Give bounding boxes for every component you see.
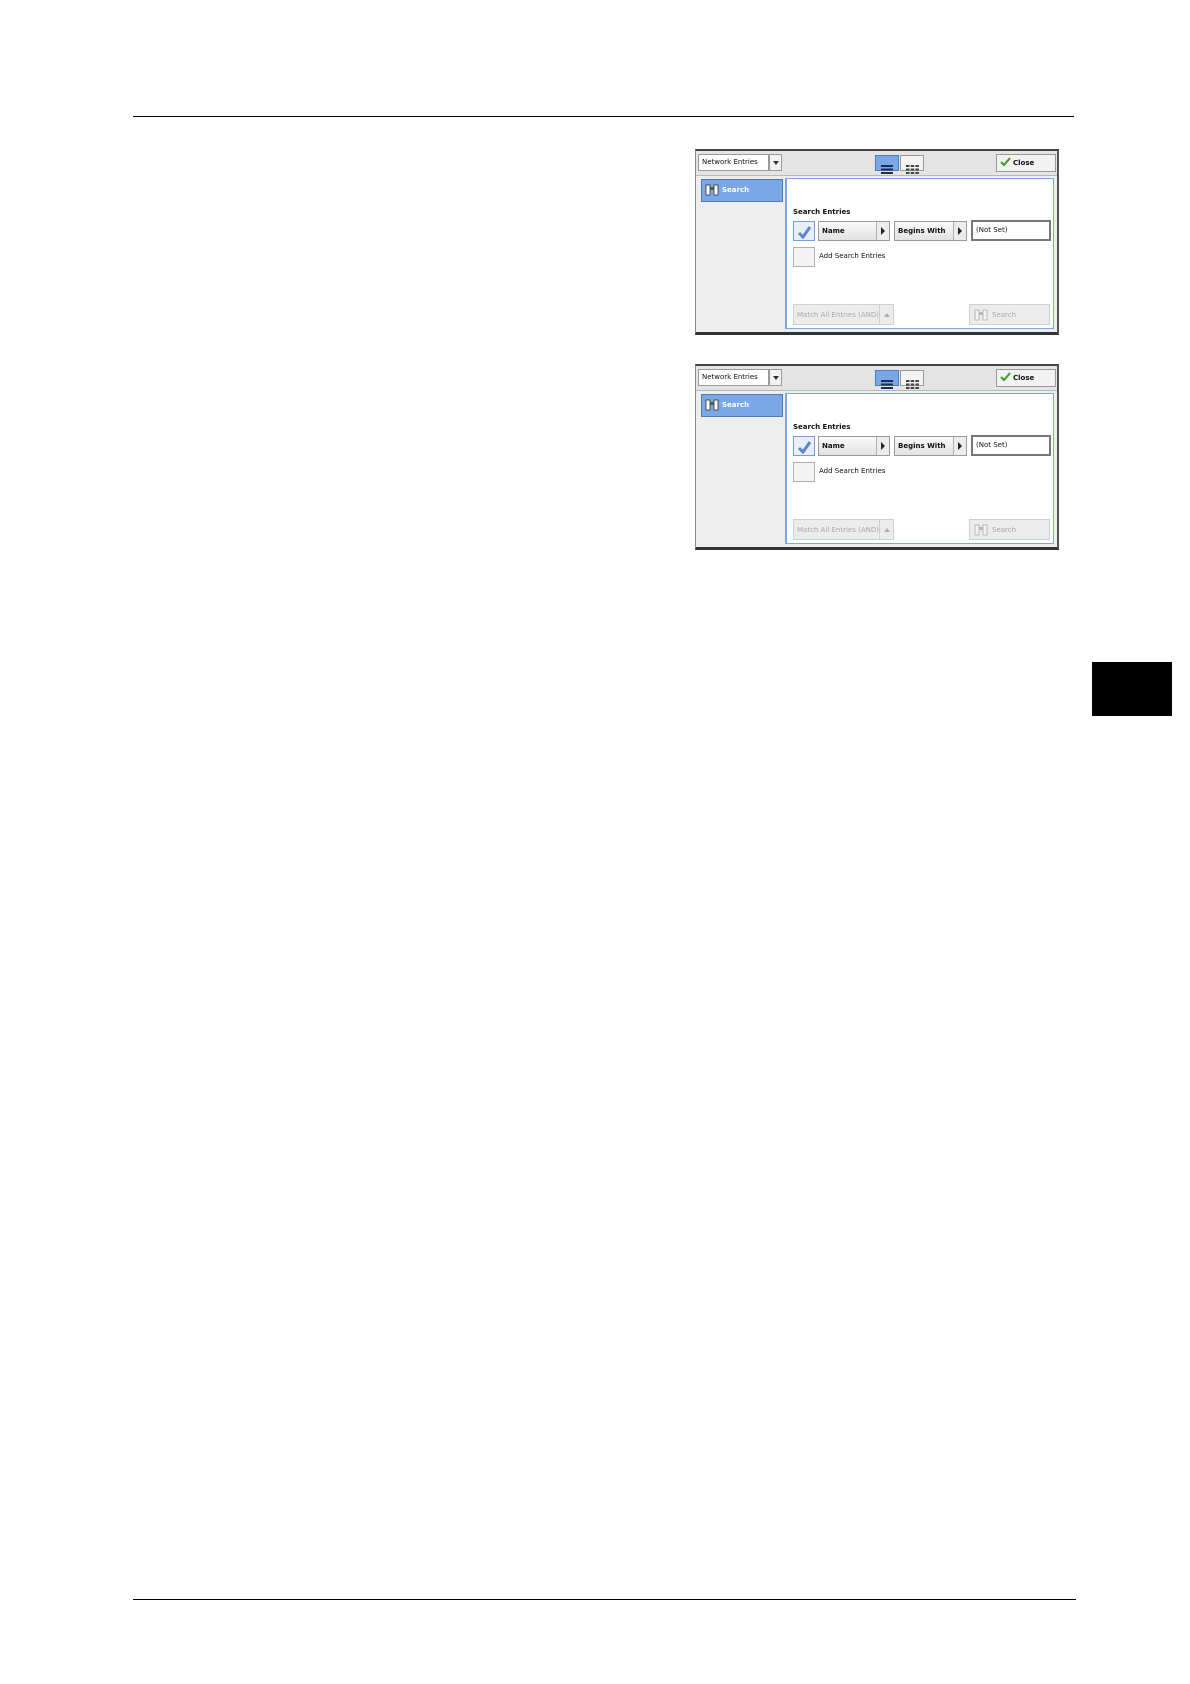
address-book-dropdown[interactable]: Network Entries [698, 154, 769, 171]
address-book-dropdown[interactable]: Network Entries [698, 369, 769, 386]
grid-view-icon [906, 159, 919, 178]
field-select-label: Name [822, 227, 845, 235]
list-view-icon [881, 159, 893, 178]
chapter-tab-marker [1092, 662, 1172, 716]
sidebar-item-search[interactable]: Search [701, 394, 783, 417]
thumbnail-view-button[interactable] [900, 155, 924, 174]
match-mode-dropdown[interactable]: Match All Entries (AND) [793, 304, 894, 325]
entry-1-checkbox[interactable] [793, 221, 815, 241]
chevron-right-icon [953, 222, 966, 240]
sidebar-item-label: Search [722, 186, 750, 194]
condition-select-label: Begins With [898, 227, 946, 235]
condition-select-button[interactable]: Begins With [894, 221, 967, 241]
chevron-down-icon[interactable] [769, 154, 782, 171]
search-button-label: Search [992, 526, 1017, 534]
search-screen-panel-2: Network Entries Close Search Search Entr… [695, 364, 1059, 550]
chevron-up-icon [879, 305, 893, 324]
search-value-field[interactable]: (Not Set) [971, 435, 1051, 456]
checkmark-icon [797, 439, 812, 458]
match-mode-label: Match All Entries (AND) [797, 311, 879, 319]
list-view-button[interactable] [875, 370, 899, 389]
checkmark-icon [797, 224, 812, 243]
checkmark-icon [1000, 372, 1011, 388]
footer-rule [133, 1599, 1076, 1600]
section-title: Search Entries [793, 208, 851, 216]
top-toolbar: Network Entries Close [696, 366, 1057, 391]
sidebar-item-search[interactable]: Search [701, 179, 783, 202]
search-content-area: Search Entries Name Begins With (Not Set… [785, 393, 1054, 544]
header-rule [133, 116, 1074, 117]
match-mode-label: Match All Entries (AND) [797, 526, 879, 534]
condition-select-label: Begins With [898, 442, 946, 450]
search-button-label: Search [992, 311, 1017, 319]
add-search-entries-checkbox[interactable] [793, 247, 815, 267]
chevron-right-icon [876, 222, 889, 240]
binoculars-icon [705, 398, 719, 414]
add-search-entries-checkbox[interactable] [793, 462, 815, 482]
close-label: Close [1013, 159, 1035, 167]
close-button[interactable]: Close [996, 154, 1056, 172]
search-button[interactable]: Search [969, 304, 1050, 325]
entry-1-checkbox[interactable] [793, 436, 815, 456]
thumbnail-view-button[interactable] [900, 370, 924, 389]
match-mode-dropdown[interactable]: Match All Entries (AND) [793, 519, 894, 540]
add-search-entries-label: Add Search Entries [819, 467, 886, 475]
search-value-field[interactable]: (Not Set) [971, 220, 1051, 241]
search-content-area: Search Entries Name Begins With (Not Set… [785, 178, 1054, 329]
grid-view-icon [906, 374, 919, 393]
chevron-right-icon [953, 437, 966, 455]
field-select-label: Name [822, 442, 845, 450]
field-select-button[interactable]: Name [818, 221, 890, 241]
list-view-button[interactable] [875, 155, 899, 174]
list-view-icon [881, 374, 893, 393]
field-select-button[interactable]: Name [818, 436, 890, 456]
close-label: Close [1013, 374, 1035, 382]
binoculars-icon [974, 523, 988, 539]
close-button[interactable]: Close [996, 369, 1056, 387]
chevron-down-icon[interactable] [769, 369, 782, 386]
search-screen-panel-1: Network Entries Close Search Search Entr… [695, 149, 1059, 335]
checkmark-icon [1000, 157, 1011, 173]
binoculars-icon [974, 308, 988, 324]
chevron-up-icon [879, 520, 893, 539]
add-search-entries-label: Add Search Entries [819, 252, 886, 260]
binoculars-icon [705, 183, 719, 199]
top-toolbar: Network Entries Close [696, 151, 1057, 176]
search-button[interactable]: Search [969, 519, 1050, 540]
condition-select-button[interactable]: Begins With [894, 436, 967, 456]
section-title: Search Entries [793, 423, 851, 431]
sidebar-item-label: Search [722, 401, 750, 409]
chevron-right-icon [876, 437, 889, 455]
